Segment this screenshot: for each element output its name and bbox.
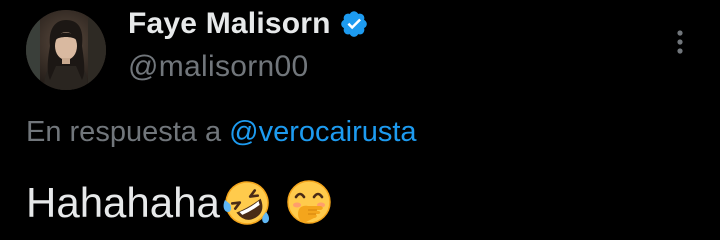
author-name-row: Faye Malisorn	[128, 4, 369, 44]
reply-prefix: En respuesta a	[26, 116, 230, 148]
reply-mention-link[interactable]: @verocairusta	[229, 116, 416, 148]
tweet-text: Hahahaha	[26, 178, 334, 228]
rolling-on-floor-laughing-icon	[222, 178, 272, 228]
avatar[interactable]	[26, 10, 106, 90]
tweet-body: Hahahaha	[26, 179, 220, 226]
profile-photo	[26, 10, 106, 90]
author-display-name[interactable]: Faye Malisorn	[128, 7, 331, 41]
author-handle[interactable]: @malisorn00	[128, 50, 309, 84]
reply-context: En respuesta a @verocairusta	[26, 116, 417, 149]
more-options-icon[interactable]	[662, 24, 698, 60]
verified-badge-icon[interactable]	[339, 9, 369, 39]
hand-over-mouth-icon	[284, 178, 334, 228]
